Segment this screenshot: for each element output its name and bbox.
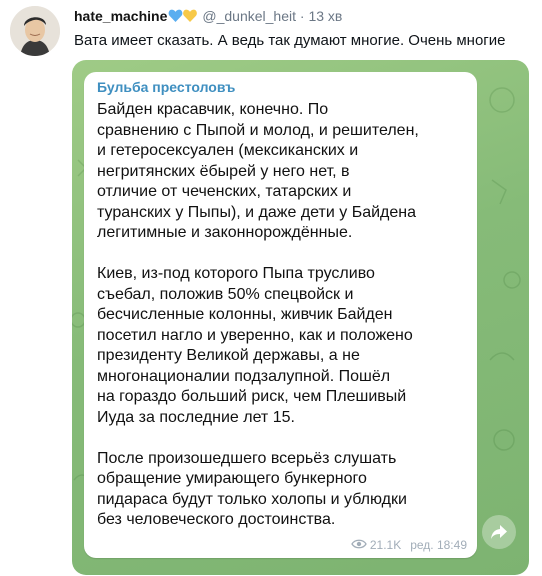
post-paragraph: После произошедшего всерьёз слушать обра… [97, 449, 407, 529]
attached-screenshot[interactable]: Бульба престоловъ Байден красавчик, коне… [72, 60, 529, 575]
tweet-meta: hate_machine @_dunkel_heit · 13 хв [74, 8, 342, 26]
share-button[interactable] [482, 515, 516, 549]
views-count: 21.1K [369, 538, 402, 552]
channel-post-bubble: Бульба престоловъ Байден красавчик, коне… [84, 72, 477, 558]
hearts [168, 8, 198, 26]
eye-icon [351, 538, 367, 552]
tweet-header: hate_machine @_dunkel_heit · 13 хв Вата … [10, 4, 534, 64]
tweet-text: Вата имеет сказать. А ведь так думают мн… [74, 32, 506, 49]
channel-name[interactable]: Бульба престоловъ [97, 79, 235, 95]
avatar-portrait-icon [10, 6, 60, 56]
edited-time: ред. 18:49 [410, 538, 467, 552]
avatar[interactable] [10, 6, 60, 56]
post-paragraph: Байден красавчик, конечно. По сравнению … [97, 101, 419, 241]
timestamp[interactable]: 13 хв [308, 8, 342, 24]
username[interactable]: hate_machine [74, 8, 167, 24]
separator: · [299, 8, 305, 24]
post-paragraph: Киев, из-под которого Пыпа трусливо съеб… [97, 265, 413, 426]
handle[interactable]: @_dunkel_heit [202, 8, 296, 24]
yellow-heart-icon [183, 9, 198, 22]
post-footer: 21.1K ред. 18:49 [351, 538, 467, 552]
share-arrow-icon [491, 525, 507, 539]
blue-heart-icon [168, 9, 183, 22]
post-body: Байден красавчик, конечно. По сравнению … [97, 100, 472, 551]
